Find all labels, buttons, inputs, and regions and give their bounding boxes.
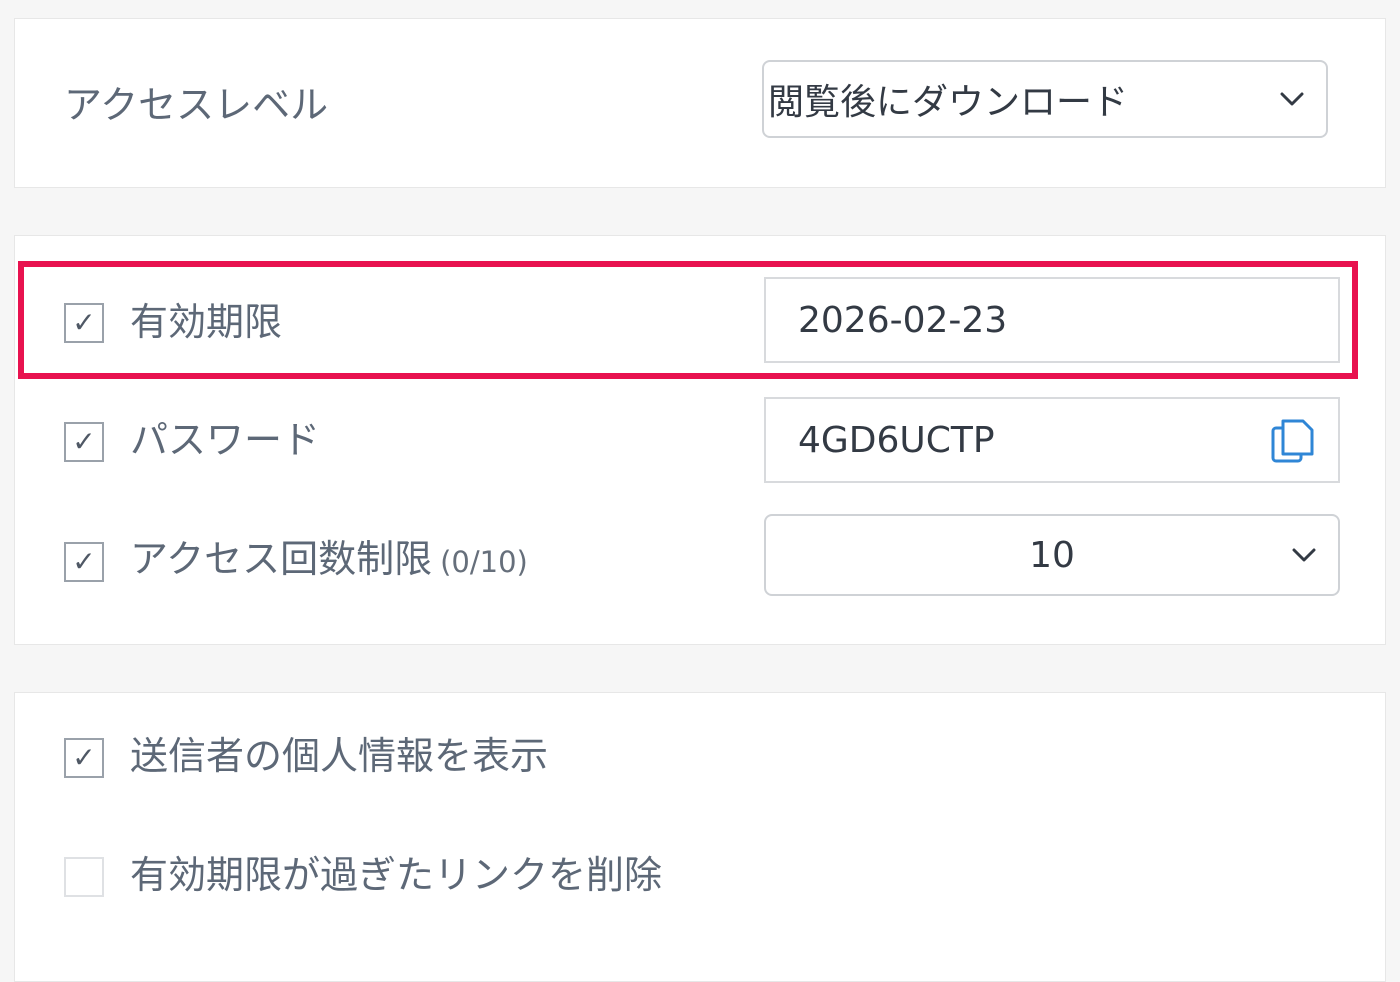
expiry-date-value: 2026-02-23 [798, 299, 1008, 341]
chevron-down-icon [1280, 92, 1304, 106]
check-icon: ✓ [72, 741, 96, 774]
check-icon: ✓ [72, 545, 96, 578]
chevron-down-icon [1292, 548, 1316, 562]
password-label: パスワード [130, 418, 321, 462]
access-count-label: アクセス回数制限 (0/10) [130, 540, 528, 578]
password-checkbox[interactable]: ✓ [64, 422, 104, 462]
access-level-select[interactable]: 閲覧後にダウンロード [762, 60, 1328, 138]
check-icon: ✓ [72, 306, 96, 339]
expiry-checkbox[interactable]: ✓ [64, 303, 104, 343]
access-count-hint: (0/10) [440, 545, 528, 579]
copy-icon[interactable] [1270, 418, 1316, 464]
password-value: 4GD6UCTP [798, 419, 995, 461]
delete-expired-label: 有効期限が過ぎたリンクを削除 [130, 853, 663, 897]
access-count-label-text: アクセス回数制限 [130, 537, 433, 581]
delete-expired-checkbox[interactable] [64, 857, 104, 897]
access-count-value: 10 [1029, 534, 1075, 576]
expiry-label: 有効期限 [130, 300, 283, 344]
access-count-select[interactable]: 10 [764, 514, 1340, 596]
access-level-value: 閲覧後にダウンロード [768, 82, 1129, 123]
expiry-date-input[interactable]: 2026-02-23 [764, 277, 1340, 363]
show-sender-info-label: 送信者の個人情報を表示 [130, 734, 549, 778]
access-level-label: アクセスレベル [64, 83, 329, 127]
check-icon: ✓ [72, 425, 96, 458]
password-input[interactable]: 4GD6UCTP [764, 397, 1340, 483]
access-count-checkbox[interactable]: ✓ [64, 542, 104, 582]
show-sender-info-checkbox[interactable]: ✓ [64, 738, 104, 778]
